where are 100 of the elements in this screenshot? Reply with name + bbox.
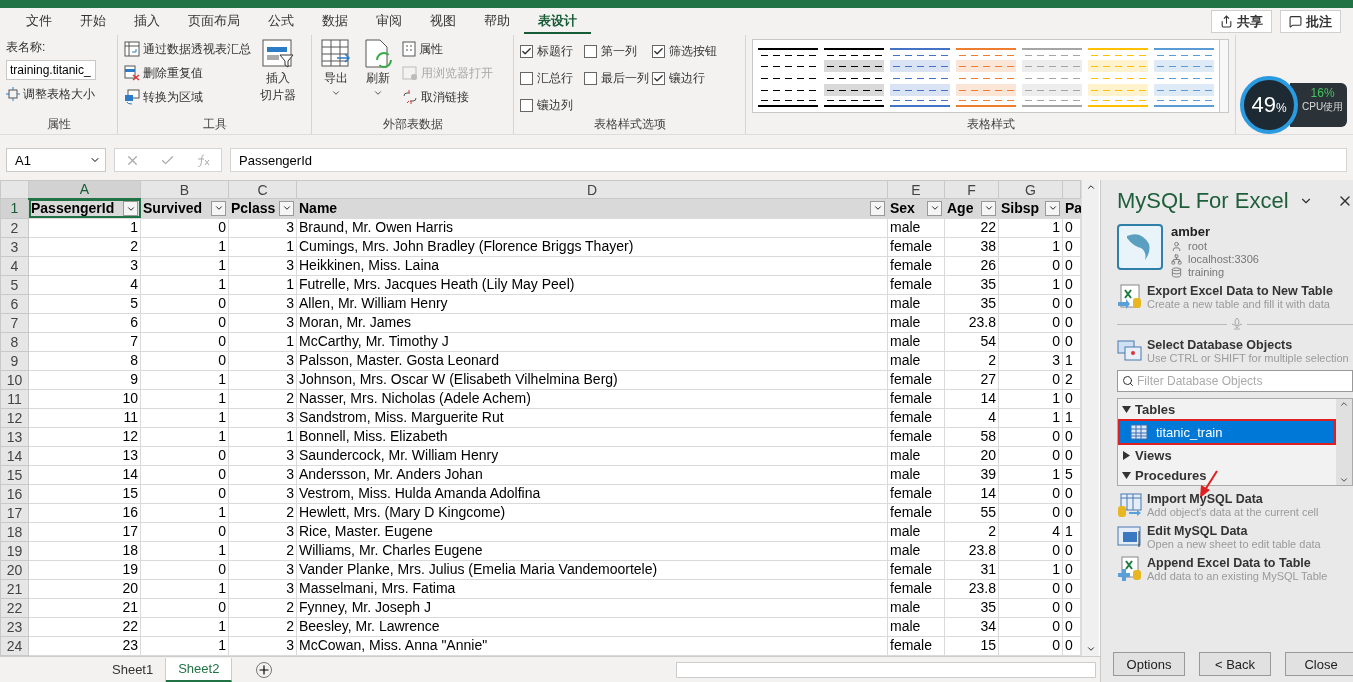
checkbox[interactable]: [520, 45, 533, 58]
filter-button[interactable]: [211, 200, 226, 216]
filter-button[interactable]: [123, 201, 138, 216]
scroll-up-icon[interactable]: [1085, 182, 1096, 192]
table-style-swatch[interactable]: [1087, 46, 1149, 108]
ribbon-tab[interactable]: 表设计: [524, 9, 591, 34]
comments-button[interactable]: 批注: [1280, 10, 1341, 33]
filter-button[interactable]: [981, 200, 996, 216]
network-icon: [1171, 253, 1182, 265]
filter-button[interactable]: [870, 200, 885, 216]
refresh-icon: [363, 39, 393, 69]
section-description: Use CTRL or SHIFT for multiple selection: [1147, 352, 1349, 364]
ribbon-tab[interactable]: 审阅: [362, 9, 416, 34]
sheet-tab[interactable]: Sheet2: [166, 657, 233, 682]
tree-node[interactable]: Views: [1118, 445, 1336, 465]
ribbon-tab[interactable]: 页面布局: [174, 9, 254, 34]
table-style-swatch[interactable]: [757, 46, 819, 108]
scroll-down-icon[interactable]: [1339, 475, 1349, 485]
checkbox[interactable]: [652, 72, 665, 85]
refresh-button[interactable]: 刷新: [360, 39, 396, 116]
filter-button[interactable]: [927, 200, 942, 216]
function-icon[interactable]: [195, 153, 211, 167]
database-icon: [1171, 266, 1182, 278]
column-header[interactable]: B: [140, 180, 229, 199]
table-style-swatch[interactable]: [889, 46, 951, 108]
table-style-swatch[interactable]: [1153, 46, 1215, 108]
column-header[interactable]: E: [887, 180, 945, 199]
tree-item[interactable]: titanic_train: [1118, 419, 1336, 445]
table-style-swatch[interactable]: [823, 46, 885, 108]
export-action[interactable]: Export Excel Data to New Table Create a new table and fill it with data: [1117, 284, 1353, 310]
row-header[interactable]: 24: [0, 636, 29, 656]
panel-action[interactable]: Edit MySQL Data Open a new sheet to edit table data: [1117, 524, 1353, 550]
checkbox[interactable]: [520, 72, 533, 85]
table-import-icon: [1117, 492, 1143, 518]
filter-button[interactable]: [279, 200, 294, 216]
table-convert-icon: [124, 89, 140, 105]
connection-user: root: [1188, 240, 1207, 252]
group-label: 外部表数据: [381, 116, 444, 133]
ribbon-command[interactable]: 转换为区域: [124, 87, 251, 107]
table-style-swatch[interactable]: [955, 46, 1017, 108]
style-option[interactable]: 镶边行: [652, 68, 742, 89]
panel-button[interactable]: Options: [1113, 652, 1185, 676]
ribbon-command[interactable]: 删除重复值: [124, 63, 251, 83]
export-button[interactable]: 导出: [318, 39, 354, 116]
gallery-scrollbar[interactable]: [1220, 39, 1229, 113]
ribbon-tab[interactable]: 插入: [120, 9, 174, 34]
vertical-scrollbar[interactable]: [1081, 180, 1099, 656]
style-option[interactable]: 标题行: [520, 41, 584, 62]
formula-input[interactable]: PassengerId: [230, 148, 1347, 172]
panel-title: MySQL For Excel: [1117, 188, 1289, 214]
column-header[interactable]: G: [998, 180, 1063, 199]
horizontal-scrollbar[interactable]: [676, 661, 1096, 678]
checkbox[interactable]: [584, 72, 597, 85]
tree-node[interactable]: Tables: [1118, 399, 1336, 419]
table-style-swatch[interactable]: [1021, 46, 1083, 108]
style-option[interactable]: 第一列: [584, 41, 652, 62]
column-header[interactable]: C: [228, 180, 297, 199]
column-header[interactable]: F: [944, 180, 999, 199]
table-name-field[interactable]: training.titanic_: [6, 60, 96, 80]
spreadsheet-append-icon: [1117, 556, 1143, 582]
style-option[interactable]: 筛选按钮: [652, 41, 742, 62]
ribbon-tab[interactable]: 数据: [308, 9, 362, 34]
ribbon-tab[interactable]: 开始: [66, 9, 120, 34]
row-header[interactable]: 1: [0, 198, 29, 219]
resize-icon: [6, 87, 20, 101]
tree-node[interactable]: Procedures: [1118, 465, 1336, 485]
column-header[interactable]: A: [28, 180, 141, 199]
ribbon-tab[interactable]: 帮助: [470, 9, 524, 34]
column-header[interactable]: D: [296, 180, 888, 199]
ribbon-tab[interactable]: 视图: [416, 9, 470, 34]
scroll-down-icon[interactable]: [1085, 644, 1096, 654]
connection-host: localhost:3306: [1188, 253, 1259, 265]
resize-table-button[interactable]: 调整表格大小: [6, 84, 96, 104]
share-button[interactable]: 共享: [1211, 10, 1272, 33]
panel-button[interactable]: Close: [1285, 652, 1353, 676]
panel-action[interactable]: Import MySQL Data Add object's data at the current cell: [1117, 492, 1353, 518]
ribbon-tab[interactable]: 文件: [12, 9, 66, 34]
panel-button[interactable]: < Back: [1199, 652, 1271, 676]
spreadsheet-export-icon: [1117, 284, 1143, 310]
ribbon-command[interactable]: 属性: [402, 39, 493, 59]
style-option[interactable]: 汇总行: [520, 68, 584, 89]
filter-button[interactable]: [1045, 200, 1060, 216]
fleur-de-lis-icon: [1231, 317, 1243, 331]
name-box[interactable]: A1: [6, 148, 106, 172]
checkbox[interactable]: [652, 45, 665, 58]
ribbon-command[interactable]: 通过数据透视表汇总: [124, 39, 251, 59]
panel-action[interactable]: Append Excel Data to Table Add data to an existing MySQL Table: [1117, 556, 1353, 582]
section-title: Select Database Objects: [1147, 338, 1294, 352]
tree-scrollbar[interactable]: [1336, 399, 1352, 485]
table-icon: [1130, 424, 1148, 440]
ribbon-command[interactable]: 取消链接: [402, 87, 493, 107]
checkbox[interactable]: [520, 99, 533, 112]
scroll-up-icon[interactable]: [1339, 399, 1349, 409]
pivot-table-icon: [124, 41, 140, 57]
checkbox[interactable]: [584, 45, 597, 58]
insert-slicer-button[interactable]: 插入 切片器: [257, 39, 299, 116]
ribbon-tab[interactable]: 公式: [254, 9, 308, 34]
table-export-icon: [321, 39, 351, 69]
style-option[interactable]: 镶边列: [520, 95, 584, 116]
style-option[interactable]: 最后一列: [584, 68, 652, 89]
